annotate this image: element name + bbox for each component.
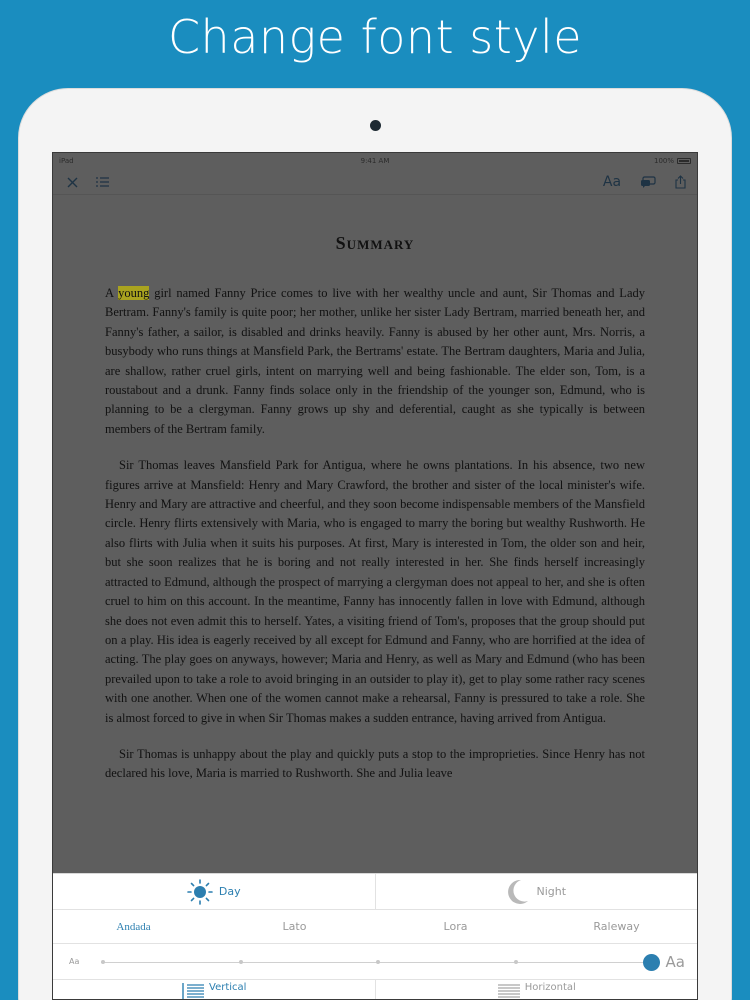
night-label: Night bbox=[536, 885, 567, 898]
font-option-raleway[interactable]: Raleway bbox=[536, 910, 697, 943]
ipad-screen: iPad 9:41 AM 100% Aa Summary A young gir… bbox=[52, 152, 698, 1000]
slider-tick bbox=[101, 960, 105, 964]
share-icon bbox=[674, 175, 686, 189]
reader-content[interactable]: Summary A young girl named Fanny Price c… bbox=[53, 195, 697, 875]
theme-row: Day Night bbox=[53, 874, 697, 910]
camera-dot bbox=[370, 120, 381, 131]
night-theme-button[interactable]: Night bbox=[374, 874, 698, 909]
slider-tick bbox=[376, 960, 380, 964]
close-icon bbox=[67, 177, 77, 187]
horizontal-label: Horizontal bbox=[524, 982, 576, 993]
close-button[interactable] bbox=[63, 173, 81, 191]
font-size-slider[interactable] bbox=[101, 954, 660, 971]
moon-icon bbox=[508, 879, 529, 904]
highlighted-word[interactable]: young bbox=[118, 286, 150, 300]
chapter-title: Summary bbox=[335, 233, 415, 253]
battery-percent: 100% bbox=[653, 157, 674, 165]
promo-headline: Change font style bbox=[167, 10, 583, 64]
day-theme-button[interactable]: Day bbox=[53, 874, 375, 909]
notes-icon bbox=[641, 175, 656, 188]
font-option-lato[interactable]: Lato bbox=[214, 910, 375, 943]
paragraph-1: A young girl named Fanny Price comes to … bbox=[105, 286, 645, 436]
font-family-row: Andada Lato Lora Raleway bbox=[53, 910, 697, 944]
paragraph-3: Sir Thomas is unhappy about the play and… bbox=[105, 746, 645, 781]
day-label: Day bbox=[218, 885, 241, 898]
font-size-slider-knob[interactable] bbox=[643, 954, 660, 971]
toc-button[interactable] bbox=[93, 173, 111, 191]
scroll-layout-row: Vertical Horizontal bbox=[53, 980, 698, 999]
font-settings-panel: Day Night Andada Lato Lora Raleway Aa Aa… bbox=[53, 873, 698, 999]
paragraph-2: Sir Thomas leaves Mansfield Park for Ant… bbox=[105, 458, 645, 725]
status-time: 9:41 AM bbox=[360, 157, 390, 165]
font-settings-button[interactable]: Aa bbox=[601, 173, 623, 191]
share-button[interactable] bbox=[669, 173, 691, 191]
sun-icon bbox=[187, 878, 213, 905]
battery-icon bbox=[677, 158, 691, 164]
font-option-lora[interactable]: Lora bbox=[375, 910, 536, 943]
font-settings-label: Aa bbox=[602, 174, 622, 190]
vertical-scroll-icon bbox=[182, 983, 205, 999]
font-size-large-label: Aa bbox=[665, 953, 685, 971]
font-option-andada[interactable]: Andada bbox=[53, 910, 214, 943]
list-icon bbox=[95, 177, 109, 187]
battery-status: 100% bbox=[654, 157, 691, 165]
reader-toolbar: Aa bbox=[53, 169, 697, 195]
notes-button[interactable] bbox=[637, 173, 659, 191]
slider-tick bbox=[513, 960, 518, 964]
horizontal-layout-button[interactable]: Horizontal bbox=[374, 980, 698, 999]
horizontal-scroll-icon bbox=[497, 984, 520, 998]
font-size-small-label: Aa bbox=[69, 957, 80, 966]
slider-tick bbox=[238, 960, 243, 964]
vertical-layout-button[interactable]: Vertical bbox=[53, 980, 375, 999]
vertical-label: Vertical bbox=[209, 982, 247, 993]
status-bar: iPad 9:41 AM 100% bbox=[53, 153, 697, 169]
font-size-row: Aa Aa bbox=[53, 944, 697, 980]
